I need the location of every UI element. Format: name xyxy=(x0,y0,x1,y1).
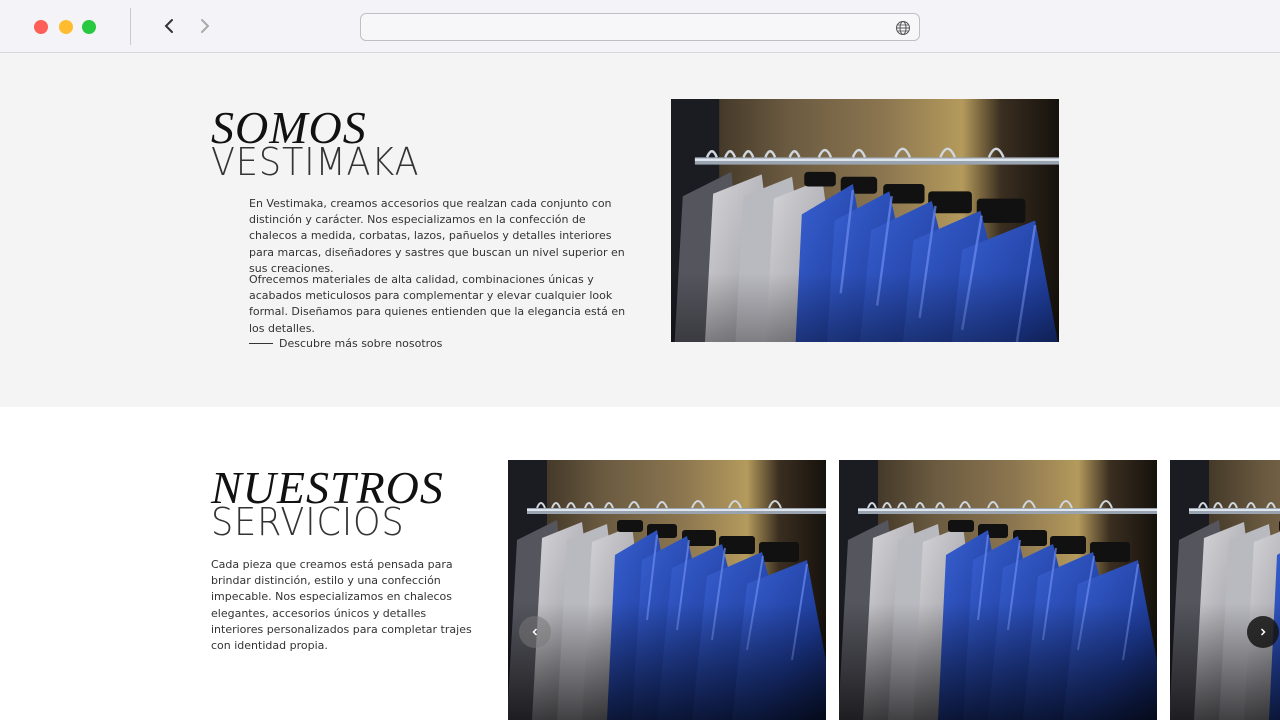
chevron-left-icon xyxy=(532,628,538,636)
suits-on-rack-photo xyxy=(1170,460,1280,720)
about-section: SOMOS VESTIMAKA En Vestimaka, creamos ac… xyxy=(0,53,1280,407)
service-card[interactable] xyxy=(508,460,826,720)
chevron-right-icon xyxy=(1260,628,1266,636)
back-button[interactable] xyxy=(158,15,180,37)
services-section: NUESTROS SERVICIOS Cada pieza que creamo… xyxy=(0,407,1280,720)
suits-on-rack-photo xyxy=(508,460,826,720)
services-title-light: SERVICIOS xyxy=(211,500,405,544)
suits-on-rack-photo xyxy=(671,99,1059,342)
globe-icon xyxy=(896,21,910,35)
suits-on-rack-photo xyxy=(839,460,1157,720)
maximize-window-button[interactable] xyxy=(82,20,96,34)
browser-toolbar xyxy=(0,0,1280,53)
about-paragraph-1: En Vestimaka, creamos accesorios que rea… xyxy=(249,197,625,275)
carousel-next-button[interactable] xyxy=(1247,616,1279,648)
link-dash-decoration xyxy=(249,343,273,344)
about-paragraph-2: Ofrecemos materiales de alta calidad, co… xyxy=(249,273,626,335)
address-bar[interactable] xyxy=(360,13,920,41)
forward-button[interactable] xyxy=(194,15,216,37)
about-image xyxy=(671,99,1059,342)
chevron-right-icon xyxy=(201,19,210,33)
service-card[interactable] xyxy=(1170,460,1280,720)
about-title-light: VESTIMAKA xyxy=(211,140,420,184)
about-more-link-label: Descubre más sobre nosotros xyxy=(279,337,443,350)
minimize-window-button[interactable] xyxy=(59,20,73,34)
about-more-link[interactable]: Descubre más sobre nosotros xyxy=(249,337,442,350)
carousel-prev-button[interactable] xyxy=(519,616,551,648)
services-paragraph: Cada pieza que creamos está pensada para… xyxy=(211,558,472,653)
toolbar-divider xyxy=(130,8,131,45)
close-window-button[interactable] xyxy=(34,20,48,34)
service-card[interactable] xyxy=(839,460,1157,720)
chevron-left-icon xyxy=(164,19,173,33)
